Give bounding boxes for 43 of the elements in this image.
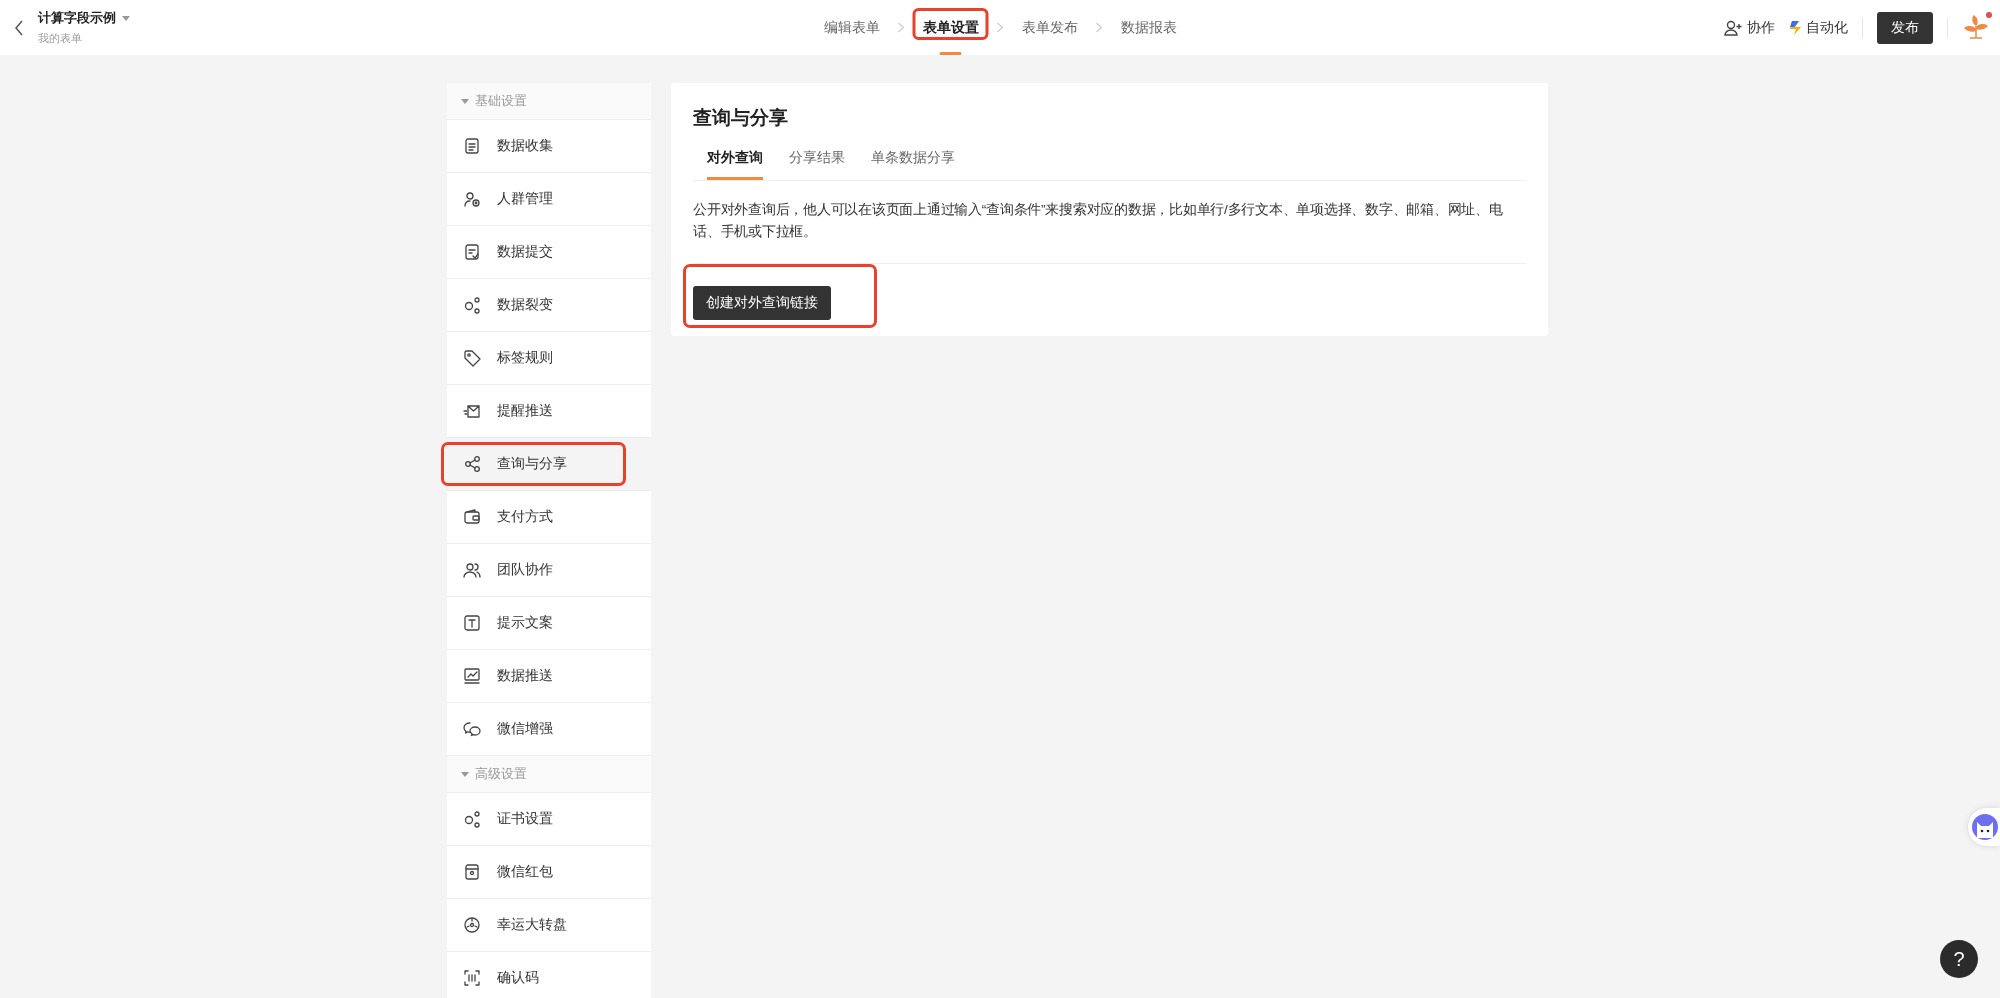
sprout-logo-icon[interactable] xyxy=(1962,13,1990,42)
step-tab[interactable]: 数据报表 xyxy=(1114,18,1183,37)
panel-title: 查询与分享 xyxy=(693,106,789,130)
team-icon xyxy=(463,561,481,579)
tab[interactable]: 单条数据分享 xyxy=(871,147,955,180)
description-text: 公开对外查询后，他人可以在该页面上通过输入“查询条件”来搜索对应的数据，比如单行/多行文本、单项选择、数字、邮箱、网址、电话、手机或下拉框。 xyxy=(693,201,1504,241)
chat-bubbles-icon xyxy=(463,720,481,738)
tab[interactable]: 分享结果 xyxy=(789,147,845,180)
chart-icon xyxy=(463,667,481,685)
scan-icon xyxy=(463,969,481,987)
step-tab[interactable]: 编辑表单 xyxy=(817,18,886,37)
caret-down-icon xyxy=(461,97,469,105)
nodes-icon xyxy=(463,296,481,314)
step-tab[interactable]: 表单设置 xyxy=(916,18,985,37)
form-title[interactable]: 计算字段示例 xyxy=(38,9,116,27)
text-icon xyxy=(463,614,481,632)
caret-down-icon xyxy=(461,770,469,778)
packet-icon xyxy=(463,863,481,881)
add-user-icon xyxy=(1724,19,1743,36)
wheel-icon xyxy=(463,916,481,934)
document-check-icon xyxy=(463,243,481,261)
wallet-icon xyxy=(463,508,481,526)
form-subtitle: 我的表单 xyxy=(38,31,83,46)
back-icon[interactable] xyxy=(14,19,24,36)
help-button[interactable]: ? xyxy=(1940,940,1978,978)
publish-button[interactable]: 发布 xyxy=(1877,11,1933,44)
nodes-icon xyxy=(463,810,481,828)
chevron-right-icon xyxy=(1095,22,1103,33)
caret-down-icon[interactable] xyxy=(122,15,130,21)
cat-avatar-icon[interactable] xyxy=(1972,814,1998,840)
tab[interactable]: 对外查询 xyxy=(707,147,763,180)
chevron-right-icon xyxy=(897,22,905,33)
envelope-icon xyxy=(463,402,481,420)
automation-link[interactable]: 自动化 xyxy=(1789,18,1848,37)
share-icon xyxy=(463,455,481,473)
document-icon xyxy=(463,137,481,155)
user-icon xyxy=(463,190,481,208)
chevron-right-icon xyxy=(996,22,1004,33)
step-tab[interactable]: 表单发布 xyxy=(1015,18,1084,37)
create-link-button[interactable]: 创建对外查询链接 xyxy=(693,286,831,320)
lightning-icon xyxy=(1789,19,1802,36)
collaborate-link[interactable]: 协作 xyxy=(1724,18,1775,37)
tag-icon xyxy=(463,349,481,367)
